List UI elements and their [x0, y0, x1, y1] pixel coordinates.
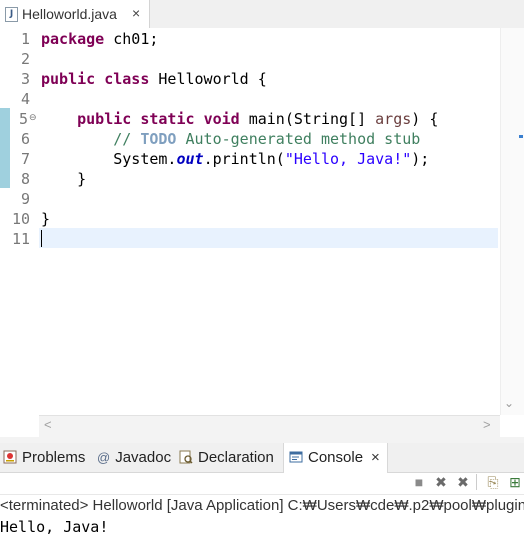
toolbar-separator: [476, 474, 477, 490]
code-text: );: [411, 150, 430, 168]
tab-label: Declaration: [198, 449, 274, 466]
remove-launch-icon[interactable]: ✖: [433, 474, 449, 490]
keyword: public: [41, 70, 96, 88]
code-line-3: public class Helloworld {: [41, 69, 267, 89]
editor-tab-helloworld[interactable]: J Helloworld.java ×: [0, 0, 150, 28]
console-status-line: <terminated> Helloworld [Java Applicatio…: [0, 494, 524, 517]
code-line-7: System.out.println("Hello, Java!");: [41, 149, 429, 169]
code-line-6: // TODO Auto-generated method stub: [41, 129, 420, 149]
line-number: 1: [20, 30, 30, 48]
line-number: 10: [11, 210, 30, 228]
java-file-icon: J: [5, 7, 18, 22]
tab-label: Javadoc: [115, 449, 172, 466]
declaration-icon: [179, 445, 193, 464]
text-caret: [41, 230, 42, 247]
scroll-down-arrow-icon[interactable]: ⌄: [504, 396, 514, 410]
horizontal-scrollbar[interactable]: [39, 415, 500, 438]
line-number: 2: [20, 50, 30, 68]
todo-tag: TODO: [140, 130, 177, 148]
code-text: ch01;: [104, 30, 159, 48]
console-output[interactable]: Hello, Java!: [0, 517, 108, 537]
keyword: class: [104, 70, 150, 88]
problems-icon: [3, 445, 17, 464]
line-number: 5: [18, 110, 28, 128]
close-icon[interactable]: ×: [132, 5, 140, 21]
string-literal: "Hello, Java!": [284, 150, 412, 168]
code-text: .println(: [203, 150, 285, 168]
code-text: Helloworld {: [149, 70, 267, 88]
scroll-lock-icon[interactable]: ⎘: [485, 474, 501, 490]
tab-declaration[interactable]: Declaration: [179, 443, 274, 473]
current-line-highlight: [39, 228, 498, 248]
code-line-1: package ch01;: [41, 29, 158, 49]
editor-tab-label: Helloworld.java: [22, 6, 117, 22]
ruler-corner: [0, 415, 39, 437]
tab-label: Problems: [22, 449, 86, 466]
keyword: public: [77, 110, 132, 128]
code-text: main(String[]: [239, 110, 376, 128]
tab-console[interactable]: Console ×: [283, 443, 388, 473]
scroll-right-arrow-icon[interactable]: >: [483, 417, 491, 432]
comment: Auto-generated method stub: [176, 130, 421, 148]
code-line-5: public static void main(String[] args) {: [41, 109, 438, 129]
line-number: 7: [20, 150, 30, 168]
vertical-scrollbar[interactable]: [500, 28, 524, 415]
fold-collapse-icon[interactable]: ⊖: [29, 113, 37, 123]
code-text: ) {: [411, 110, 439, 128]
console-icon: [289, 445, 303, 463]
line-number: 9: [20, 190, 30, 208]
overview-ruler-mark[interactable]: [519, 135, 523, 138]
pin-console-icon[interactable]: ⊞: [507, 474, 523, 490]
static-field: out: [176, 150, 204, 168]
scroll-left-arrow-icon[interactable]: <: [44, 417, 52, 432]
at-icon: @: [97, 450, 111, 465]
tab-label: Console: [308, 449, 364, 466]
remove-all-icon[interactable]: ✖: [455, 474, 471, 490]
line-number: 3: [20, 70, 30, 88]
parameter: args: [375, 110, 412, 128]
code-line-10: }: [41, 210, 51, 228]
tab-problems[interactable]: Problems: [3, 443, 85, 473]
keyword: static: [140, 110, 195, 128]
line-number: 8: [20, 170, 30, 188]
code-text: System.: [113, 150, 177, 168]
line-number: 6: [20, 130, 30, 148]
line-number: 4: [20, 90, 30, 108]
line-number: 11: [11, 230, 30, 248]
terminate-icon[interactable]: ■: [411, 474, 427, 490]
keyword: package: [41, 30, 105, 48]
code-line-8: }: [41, 170, 87, 188]
close-icon[interactable]: ×: [371, 449, 380, 466]
comment: //: [113, 130, 141, 148]
keyword: void: [203, 110, 240, 128]
tab-javadoc[interactable]: @ Javadoc: [97, 443, 171, 473]
